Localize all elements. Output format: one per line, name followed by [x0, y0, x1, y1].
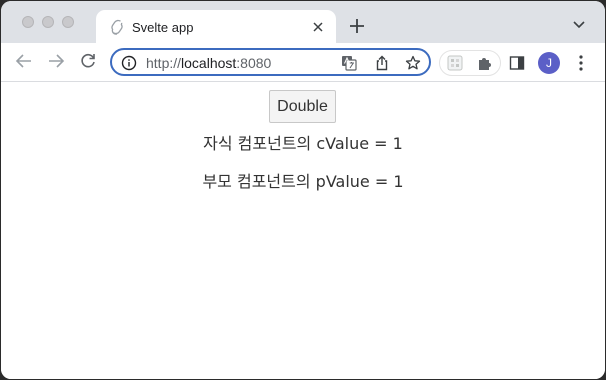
window-close-button[interactable] [22, 16, 34, 28]
url-text[interactable]: http://localhost:8080 [146, 55, 271, 71]
close-tab-icon[interactable] [310, 19, 326, 35]
tab-strip: Svelte app [1, 1, 605, 44]
back-arrow-icon[interactable] [15, 52, 33, 70]
window-minimize-button[interactable] [42, 16, 54, 28]
page-content: Double 자식 컴포넌트의 cValue = 1 부모 컴포넌트의 pVal… [1, 82, 605, 379]
chevron-down-icon[interactable] [572, 20, 586, 30]
bookmark-star-icon[interactable] [405, 55, 421, 71]
url-host: localhost [181, 55, 237, 71]
url-port: :8080 [236, 55, 272, 71]
tab-title: Svelte app [132, 20, 194, 35]
child-value-text: 자식 컴포넌트의 cValue = 1 [203, 134, 403, 153]
extension-icon[interactable] [446, 54, 464, 72]
browser-window: Svelte app http://localhost:8080 J Doubl… [1, 1, 605, 379]
new-tab-icon[interactable] [348, 17, 366, 35]
window-maximize-button[interactable] [62, 16, 74, 28]
side-panel-icon[interactable] [509, 55, 525, 71]
puzzle-extensions-icon[interactable] [476, 54, 494, 72]
svelte-favicon-icon [111, 19, 123, 35]
share-icon[interactable] [374, 55, 390, 71]
site-info-icon[interactable] [121, 55, 137, 71]
avatar-initial: J [546, 56, 552, 70]
parent-value-text: 부모 컴포넌트의 pValue = 1 [202, 172, 404, 191]
address-bar[interactable]: http://localhost:8080 [110, 48, 431, 76]
reload-icon[interactable] [79, 52, 97, 70]
browser-toolbar: http://localhost:8080 J [1, 43, 605, 82]
double-button[interactable]: Double [269, 90, 336, 123]
translate-icon[interactable] [341, 55, 357, 71]
forward-arrow-icon[interactable] [47, 52, 65, 70]
url-scheme: http:// [146, 55, 182, 71]
more-menu-icon[interactable] [578, 54, 584, 72]
tab-svelte-app[interactable]: Svelte app [96, 10, 336, 44]
profile-avatar[interactable]: J [538, 52, 560, 74]
